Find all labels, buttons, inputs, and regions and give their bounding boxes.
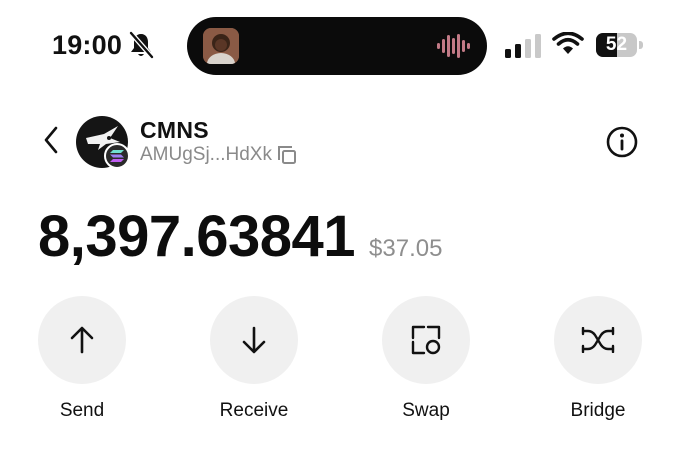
bridge-circle[interactable] [554,296,642,384]
battery-percent: 52 [605,34,628,55]
send-circle[interactable] [38,296,126,384]
chevron-left-icon [44,126,58,154]
cellular-signal-icon [505,34,541,58]
send-label: Send [59,400,105,421]
receive-label: Receive [219,400,289,421]
receive-circle[interactable] [210,296,298,384]
wifi-icon [552,32,584,54]
swap-circle[interactable] [382,296,470,384]
swap-button[interactable]: Swap [366,296,486,422]
bell-slash-icon [129,31,154,59]
receive-button[interactable]: Receive [194,296,314,422]
bridge-label: Bridge [570,400,626,421]
token-name: CMNS [140,117,209,143]
send-button[interactable]: Send [22,296,142,422]
now-playing-artwork [203,28,239,64]
fiat-balance: $37.05 [369,235,443,262]
token-address: AMUgSj...HdXk [140,144,272,165]
status-time: 19:00 [52,30,123,60]
bridge-button[interactable]: Bridge [538,296,658,422]
swap-icon [411,325,441,355]
solana-icon [110,150,124,162]
bridge-icon [581,327,615,353]
info-icon[interactable] [604,124,640,160]
battery-icon: 52 [596,33,644,57]
solana-chain-badge [104,143,130,169]
token-balance: 8,397.63841 [38,204,356,269]
copy-icon[interactable] [276,144,298,166]
balance-row: 8,397.63841 $37.05 [38,203,442,270]
arrow-down-icon [242,326,266,354]
arrow-up-icon [70,326,94,354]
back-button[interactable] [36,122,66,158]
waveform-icon [437,34,470,58]
dynamic-island[interactable] [187,17,487,75]
swap-label: Swap [402,400,450,421]
